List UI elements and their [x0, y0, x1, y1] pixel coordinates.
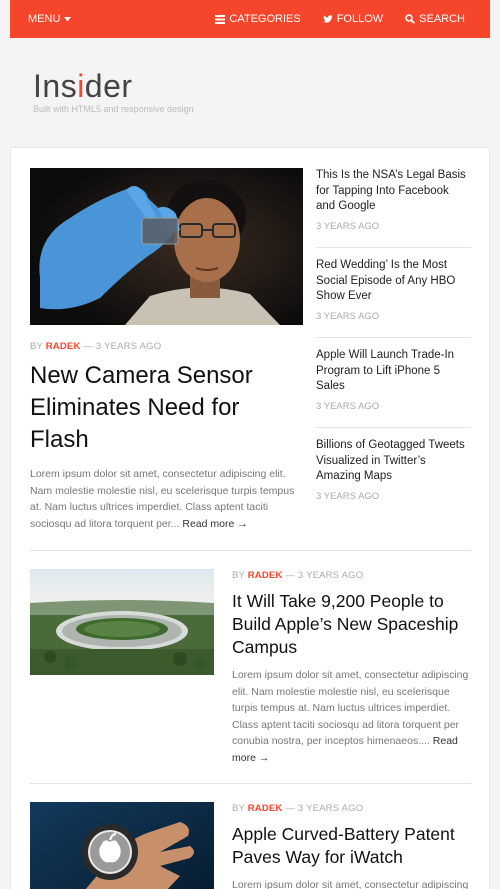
- search-label: SEARCH: [419, 13, 465, 25]
- article-title[interactable]: Apple Curved-Battery Patent Paves Way fo…: [232, 823, 472, 869]
- list-item: Billions of Geotagged Tweets Visualized …: [316, 438, 471, 518]
- headline-list: This Is the NSA’s Legal Basis for Tappin…: [316, 168, 471, 528]
- article-excerpt: Lorem ipsum dolor sit amet, consectetur …: [232, 879, 469, 889]
- article-by-label: BY: [232, 570, 245, 581]
- section-divider: [30, 783, 471, 784]
- headline-link[interactable]: Apple Will Launch Trade-In Program to Li…: [316, 348, 471, 395]
- search-icon: [405, 14, 416, 24]
- follow-link[interactable]: FOLLOW: [322, 13, 384, 25]
- list-item: Apple Will Launch Trade-In Program to Li…: [316, 348, 471, 428]
- article-image[interactable]: [30, 569, 214, 675]
- categories-link[interactable]: CATEGORIES: [215, 13, 301, 25]
- search-link[interactable]: SEARCH: [405, 13, 465, 25]
- headline-link[interactable]: Billions of Geotagged Tweets Visualized …: [316, 438, 471, 485]
- follow-label: FOLLOW: [336, 13, 384, 25]
- article-title[interactable]: It Will Take 9,200 People to Build Apple…: [232, 590, 472, 659]
- list-item: This Is the NSA’s Legal Basis for Tappin…: [316, 168, 471, 248]
- hero-excerpt-text: Lorem ipsum dolor sit amet, consectetur …: [30, 468, 295, 530]
- categories-label: CATEGORIES: [229, 13, 301, 25]
- menu-label: MENU: [28, 13, 61, 25]
- article-author-link[interactable]: RADEK: [248, 570, 283, 581]
- article-meta: BY RADEK — 3 YEARS AGO: [232, 803, 363, 814]
- site-logo[interactable]: Insider: [33, 68, 194, 104]
- menu-button[interactable]: MENU: [28, 13, 72, 25]
- scientist-photo: [30, 168, 303, 325]
- headline-date: 3 YEARS AGO: [316, 490, 380, 502]
- list-icon: [215, 14, 226, 24]
- section-divider: [30, 550, 471, 551]
- headline-link[interactable]: Red Wedding’ Is the Most Social Episode …: [316, 258, 471, 305]
- site-tagline: Built with HTML5 and responsive design: [33, 104, 194, 114]
- hero-read-more-link[interactable]: Read more →: [182, 518, 247, 530]
- article-meta: BY RADEK — 3 YEARS AGO: [232, 570, 363, 581]
- logo-text-accent: i: [77, 68, 85, 104]
- article-date: — 3 YEARS AGO: [285, 570, 364, 581]
- article-excerpt: Lorem ipsum dolor sit amet, consectetur …: [232, 667, 472, 766]
- top-navbar: MENU CATEGORIES FOLLOW SEARCH: [10, 0, 490, 38]
- content-panel: BY RADEK — 3 YEARS AGO New Camera Sensor…: [10, 147, 490, 889]
- headline-link[interactable]: This Is the NSA’s Legal Basis for Tappin…: [316, 168, 471, 215]
- headline-date: 3 YEARS AGO: [316, 310, 380, 322]
- nav-links: CATEGORIES FOLLOW SEARCH: [215, 13, 465, 25]
- hero-article-meta: BY RADEK — 3 YEARS AGO: [30, 341, 161, 352]
- iwatch-photo: [30, 802, 214, 889]
- list-item: Red Wedding’ Is the Most Social Episode …: [316, 258, 471, 338]
- article-image[interactable]: [30, 802, 214, 889]
- hero-date: — 3 YEARS AGO: [83, 341, 162, 352]
- article-date: — 3 YEARS AGO: [285, 803, 364, 814]
- site-brand: Insider Built with HTML5 and responsive …: [33, 68, 194, 114]
- campus-aerial-photo: [30, 569, 214, 675]
- hero-by-label: BY: [30, 341, 43, 352]
- twitter-bird-icon: [322, 14, 333, 23]
- logo-text-part1: Ins: [33, 68, 78, 104]
- hero-author-link[interactable]: RADEK: [46, 341, 81, 352]
- article-by-label: BY: [232, 803, 245, 814]
- headline-date: 3 YEARS AGO: [316, 400, 380, 412]
- hero-article-excerpt: Lorem ipsum dolor sit amet, consectetur …: [30, 466, 305, 532]
- article-author-link[interactable]: RADEK: [248, 803, 283, 814]
- headline-date: 3 YEARS AGO: [316, 220, 380, 232]
- caret-down-icon: [64, 16, 72, 21]
- logo-text-part2: der: [84, 68, 133, 104]
- hero-article-image[interactable]: [30, 168, 303, 325]
- hero-article-title[interactable]: New Camera Sensor Eliminates Need for Fl…: [30, 360, 280, 456]
